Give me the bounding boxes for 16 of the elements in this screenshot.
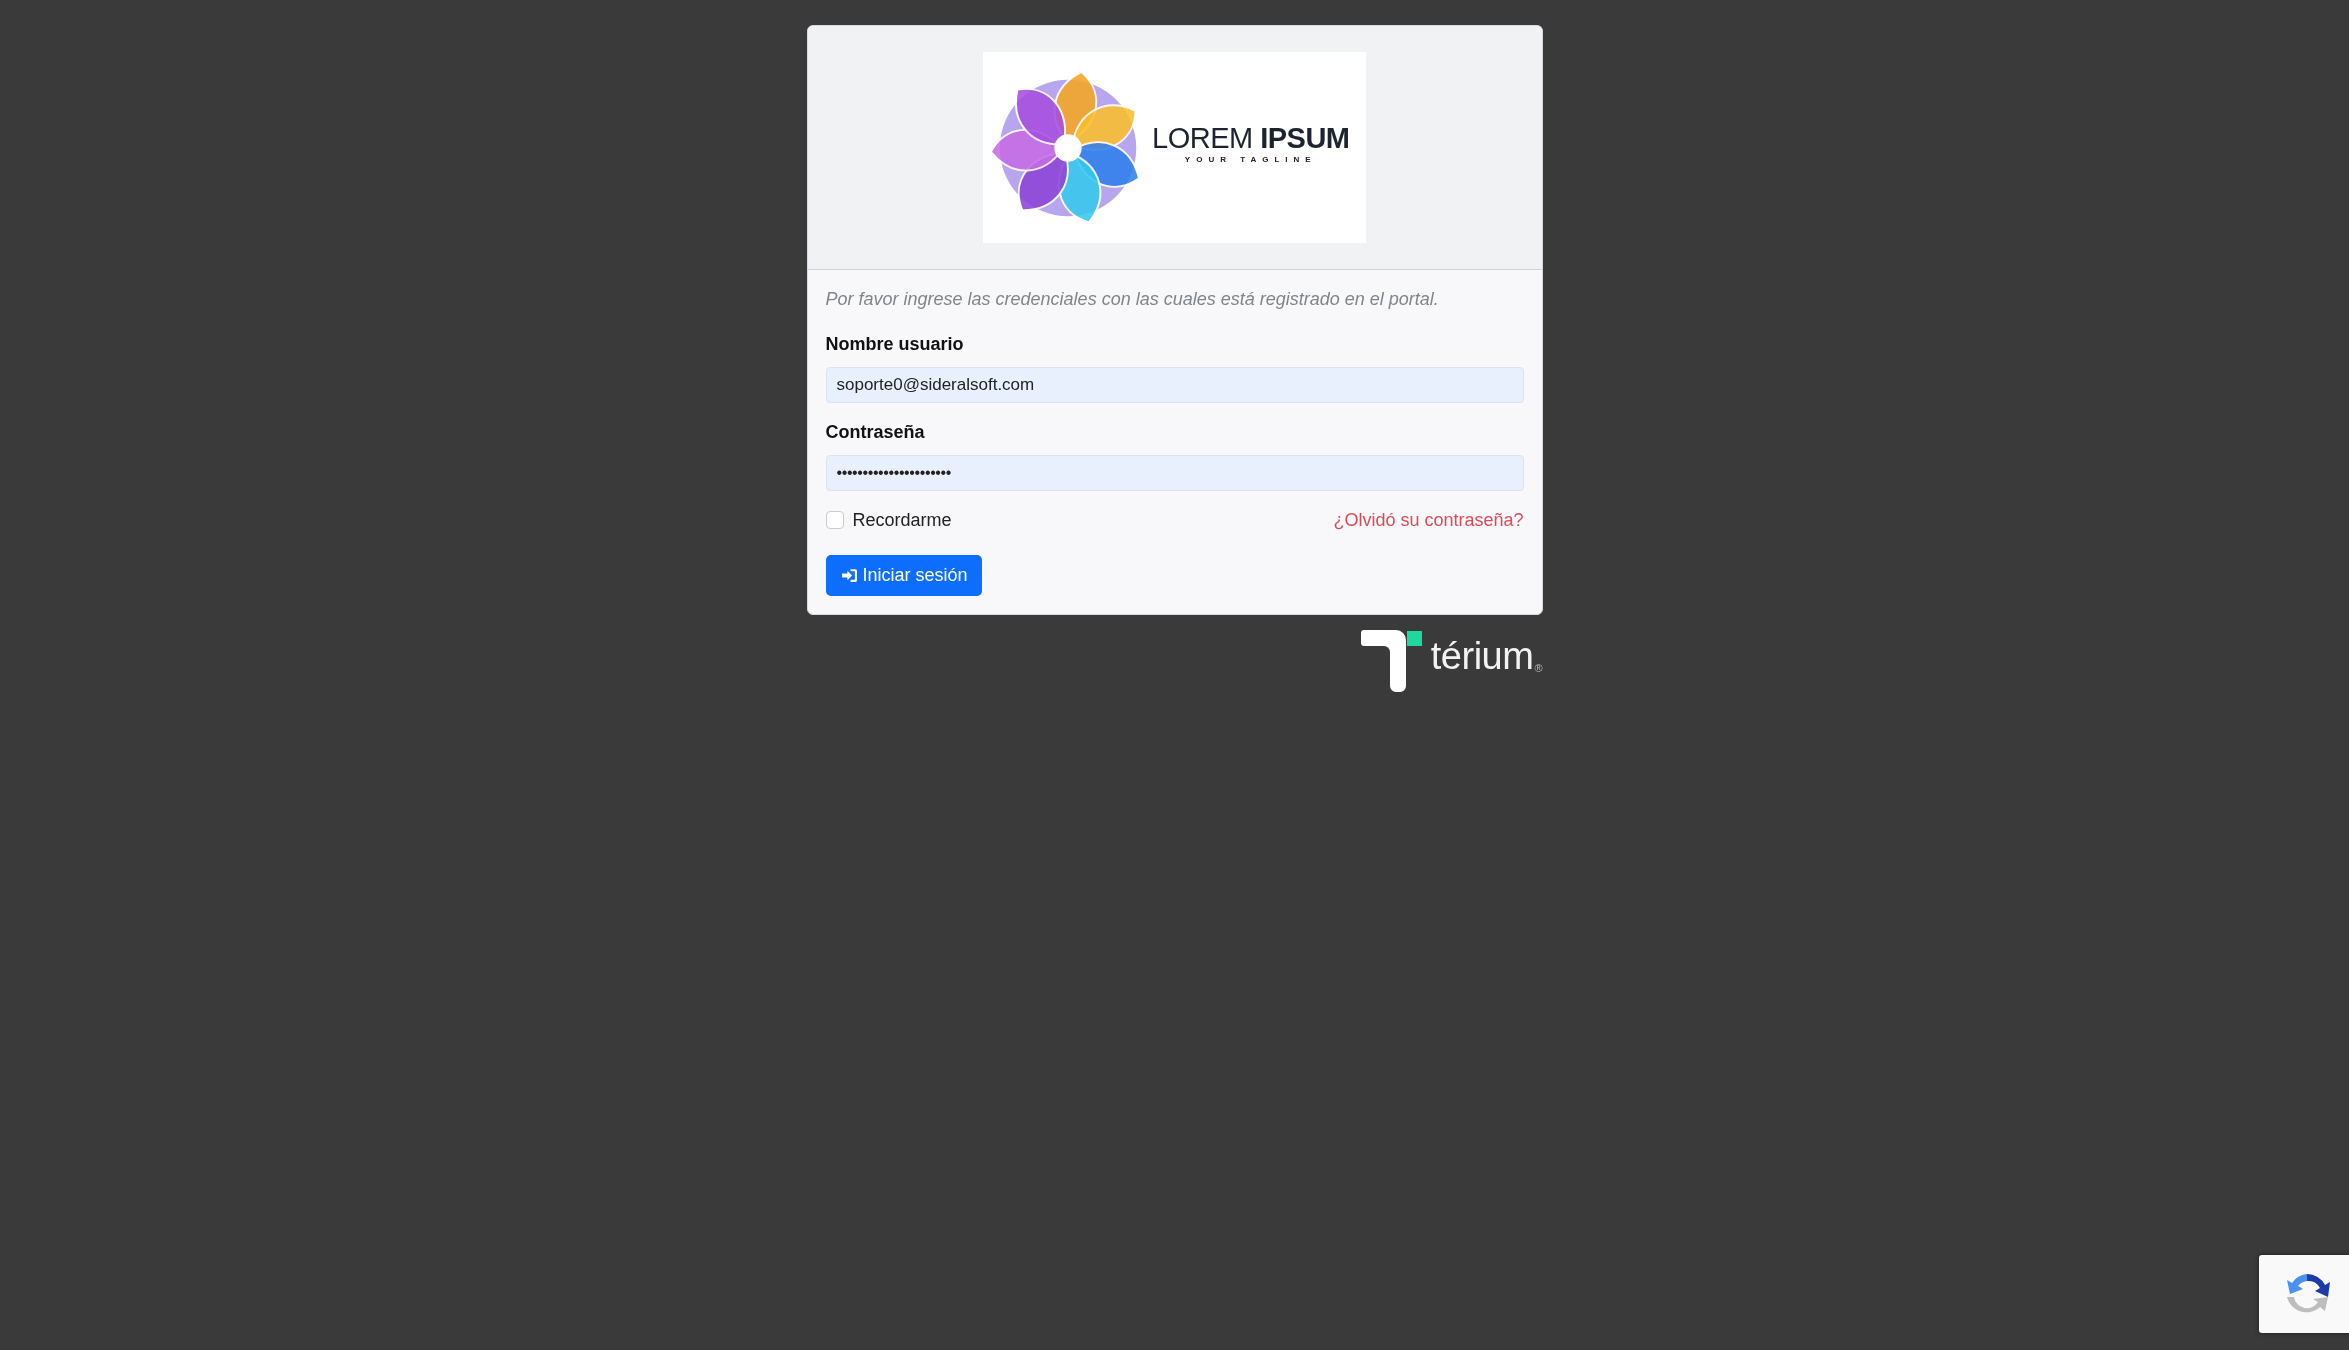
logo-name: LOREM IPSUM (1152, 121, 1350, 154)
remember-label[interactable]: Recordarme (852, 508, 952, 532)
instructions-text: Por favor ingrese las credenciales con las cuales está registrado en el portal. (825, 288, 1440, 311)
registered-mark: ® (1534, 662, 1543, 674)
field-label: Contraseña (825, 421, 925, 444)
login-button[interactable]: Iniciar sesión (825, 555, 982, 596)
brand-logo-icon (1360, 630, 1423, 692)
username-field[interactable]: soporte0@sideralsoft.com (825, 367, 1524, 403)
forgot-password-link[interactable]: ¿Olvidó su contraseña? (1333, 508, 1524, 532)
sign-in-icon (840, 567, 858, 584)
logo-tagline: YOUR TAGLINE (1184, 153, 1317, 166)
remember-checkbox[interactable] (825, 511, 844, 529)
floating-widget[interactable] (2259, 1255, 2349, 1333)
field-label: Nombre usuario (825, 333, 964, 356)
password-field[interactable]: •••••••••••••••••••••• (825, 455, 1524, 491)
brand-name: térium (1430, 636, 1534, 676)
